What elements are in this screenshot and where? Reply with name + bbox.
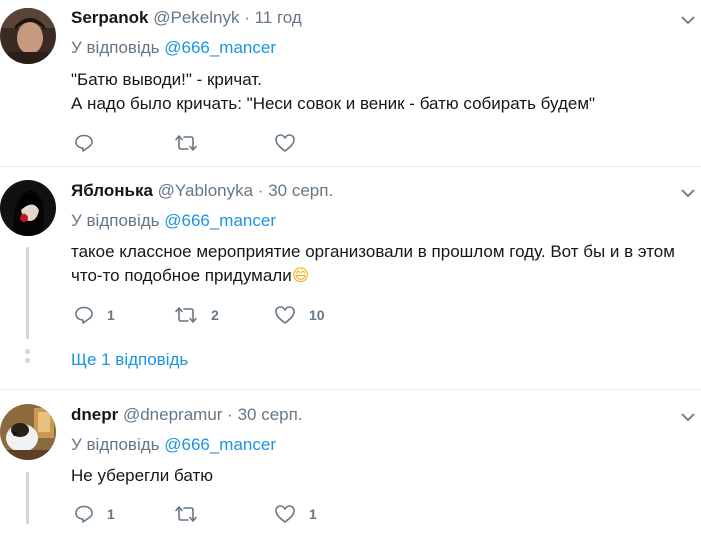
- reply-icon: [75, 505, 93, 523]
- tweet-serpanok[interactable]: Serpanok @Pekelnyk · 11 год У відповідь …: [0, 0, 701, 166]
- tweet-text-line-wrap: что-то подобное придумали😄: [71, 264, 699, 288]
- chevron-down-icon[interactable]: [681, 186, 695, 200]
- chevron-down-icon[interactable]: [681, 13, 695, 27]
- replying-label: У відповідь: [71, 38, 160, 57]
- avatar[interactable]: [0, 8, 56, 64]
- separator-dot: ·: [227, 405, 233, 424]
- tweet-text: "Батю выводи!" - кричат. А надо было кри…: [71, 68, 699, 116]
- tweet-text-line: "Батю выводи!" - кричат.: [71, 70, 262, 89]
- avatar-image: [0, 180, 56, 236]
- display-name[interactable]: Яблонька: [71, 181, 153, 200]
- replying-label: У відповідь: [71, 211, 160, 230]
- retweet-icon: [175, 135, 197, 151]
- reply-count: 1: [107, 307, 115, 323]
- separator-dot: ·: [244, 8, 250, 27]
- show-more-replies-link[interactable]: Ще 1 відповідь: [71, 350, 188, 370]
- heart-icon: [275, 306, 295, 324]
- mention-link[interactable]: @666_mancer: [164, 38, 276, 57]
- retweet-button[interactable]: [174, 503, 211, 525]
- thread-line: [26, 247, 29, 339]
- tweet-text: такое классное мероприятие организовали …: [71, 240, 699, 288]
- replying-to: У відповідь @666_mancer: [71, 435, 276, 455]
- grinning-emoji-icon: 😄: [291, 266, 310, 286]
- retweet-button[interactable]: [174, 132, 211, 154]
- retweet-icon: [175, 506, 197, 522]
- like-button[interactable]: 1: [274, 503, 317, 525]
- separator-dot: ·: [257, 181, 264, 200]
- user-handle[interactable]: @Yablonyka: [158, 181, 253, 200]
- replying-to: У відповідь @666_mancer: [71, 211, 276, 231]
- tweet-header: dnepr @dnepramur · 30 серп.: [71, 405, 303, 425]
- display-name[interactable]: dnepr: [71, 405, 118, 424]
- thread-line: [26, 472, 29, 524]
- avatar[interactable]: [0, 180, 56, 236]
- replying-label: У відповідь: [71, 435, 160, 454]
- like-count: 10: [309, 307, 325, 323]
- avatar-image: [0, 8, 56, 64]
- tweet-text-line: такое классное мероприятие организовали …: [71, 242, 675, 261]
- tweet-header: Яблонька @Yablonyka · 30 серп.: [71, 181, 333, 201]
- replying-to: У відповідь @666_mancer: [71, 38, 276, 58]
- reply-button[interactable]: 1: [74, 503, 115, 525]
- mention-link[interactable]: @666_mancer: [164, 435, 276, 454]
- tweet-text-line: А надо было кричать: "Неси совок и веник…: [71, 94, 596, 113]
- mention-link[interactable]: @666_mancer: [164, 211, 276, 230]
- heart-icon: [275, 505, 295, 523]
- like-button[interactable]: 10: [274, 304, 325, 326]
- like-count: 1: [309, 506, 317, 522]
- avatar-image: [0, 404, 56, 460]
- heart-icon: [275, 134, 295, 152]
- tweet-dnepr[interactable]: dnepr @dnepramur · 30 серп. У відповідь …: [0, 390, 701, 534]
- tweet-text-line: что-то подобное придумали: [71, 266, 292, 285]
- tweet-text-line: Не уберегли батю: [71, 466, 213, 485]
- user-handle[interactable]: @dnepramur: [123, 405, 222, 424]
- retweet-count: 2: [211, 307, 219, 323]
- tweet-yablonka[interactable]: Яблонька @Yablonyka · 30 серп. У відпові…: [0, 167, 701, 389]
- reply-count: 1: [107, 506, 115, 522]
- thread-dot: [25, 358, 30, 363]
- thread-dot: [25, 349, 30, 354]
- display-name[interactable]: Serpanok: [71, 8, 148, 27]
- chevron-down-icon[interactable]: [681, 410, 695, 424]
- reply-button[interactable]: 1: [74, 304, 115, 326]
- timestamp[interactable]: 11 год: [255, 8, 302, 27]
- reply-icon: [75, 306, 93, 324]
- tweet-header: Serpanok @Pekelnyk · 11 год: [71, 8, 302, 28]
- tweet-text: Не уберегли батю: [71, 464, 699, 488]
- reply-button[interactable]: [74, 132, 107, 154]
- timestamp[interactable]: 30 серп.: [268, 181, 333, 200]
- reply-icon: [75, 134, 93, 152]
- retweet-icon: [175, 307, 197, 323]
- retweet-button[interactable]: 2: [174, 304, 219, 326]
- timestamp[interactable]: 30 серп.: [238, 405, 303, 424]
- like-button[interactable]: [274, 132, 309, 154]
- user-handle[interactable]: @Pekelnyk: [153, 8, 239, 27]
- avatar[interactable]: [0, 404, 56, 460]
